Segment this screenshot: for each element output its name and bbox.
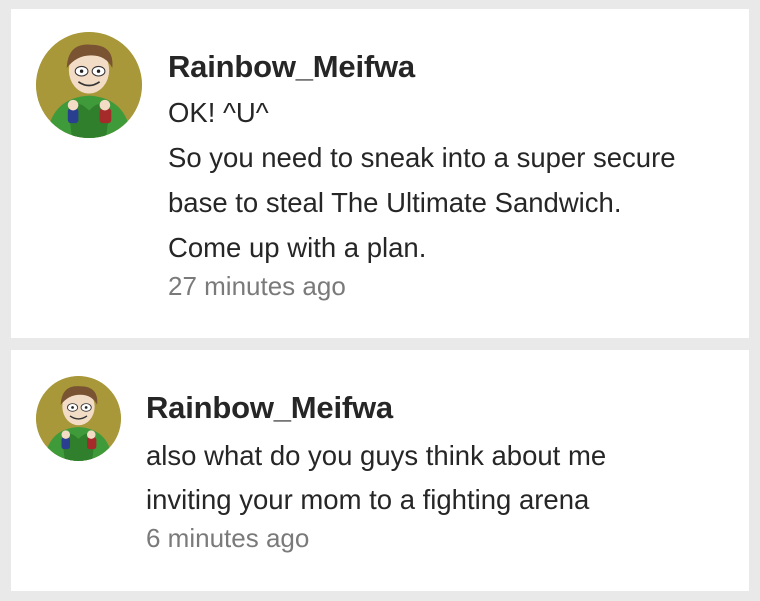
- comment-text: also what do you guys think about me inv…: [146, 440, 607, 515]
- comment-card: Rainbow_Meifwa also what do you guys thi…: [11, 350, 749, 591]
- comment-timestamp: 6 minutes ago: [146, 523, 310, 553]
- comment-timestamp: 27 minutes ago: [168, 271, 346, 301]
- comment-content: Rainbow_Meifwa OK! ^U^ So you need to sn…: [168, 45, 738, 302]
- username[interactable]: Rainbow_Meifwa: [146, 386, 736, 430]
- avatar-illustration: [36, 376, 121, 461]
- username[interactable]: Rainbow_Meifwa: [168, 45, 738, 89]
- comment-text: OK! ^U^ So you need to sneak into a supe…: [168, 97, 676, 263]
- user-avatar-icon[interactable]: [36, 32, 142, 138]
- avatar-illustration: [36, 32, 142, 138]
- user-avatar-icon[interactable]: [36, 376, 121, 461]
- comment-content: Rainbow_Meifwa also what do you guys thi…: [146, 386, 736, 554]
- comment-card: Rainbow_Meifwa OK! ^U^ So you need to sn…: [11, 9, 749, 338]
